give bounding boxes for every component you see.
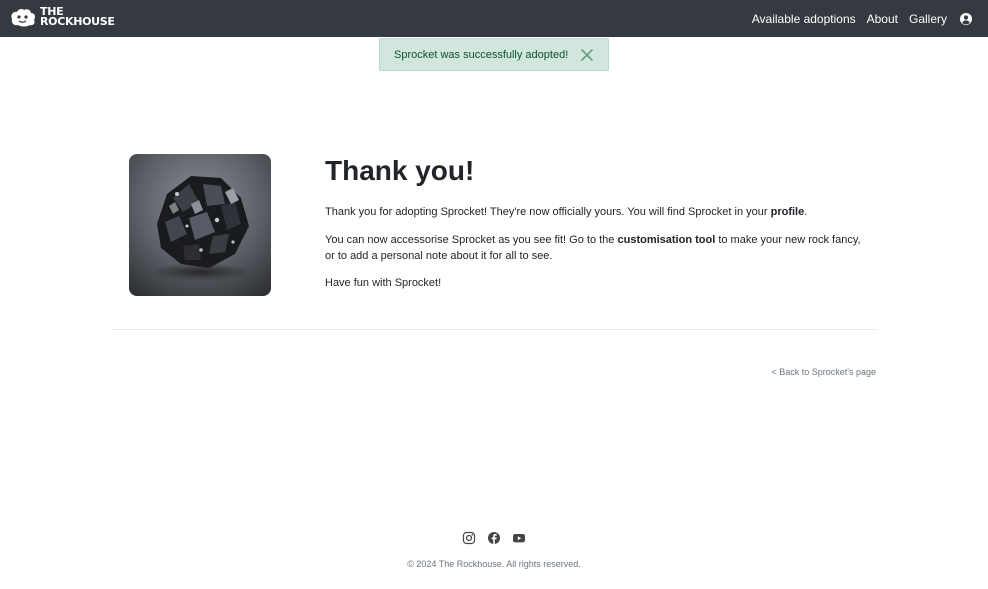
brand-logo-link[interactable]: THE ROCKHOUSE [9, 6, 115, 28]
thank-you-content: Thank you! Thank you for adopting Sprock… [325, 154, 865, 289]
nav-gallery[interactable]: Gallery [909, 12, 947, 26]
page-title: Thank you! [325, 155, 475, 186]
navbar: THE ROCKHOUSE Available adoptions About … [0, 0, 988, 37]
back-to-rock-page-link[interactable]: < Back to Sprocket's page [771, 367, 876, 377]
nav-about[interactable]: About [867, 12, 898, 26]
copyright-text: © 2024 The Rockhouse. All rights reserve… [407, 559, 581, 569]
p1-text-after: . [804, 206, 808, 218]
brand-line-2: ROCKHOUSE [40, 15, 115, 28]
divider [112, 329, 876, 330]
rock-logo-icon [11, 8, 36, 27]
social-links [462, 531, 526, 545]
user-circle-icon[interactable] [960, 12, 972, 25]
brand-name: THE ROCKHOUSE [40, 6, 115, 28]
customisation-tool-link[interactable]: customisation tool [617, 234, 715, 246]
alert-message: Sprocket was successfully adopted! [394, 48, 569, 61]
success-alert: Sprocket was successfully adopted! [379, 38, 609, 71]
facebook-icon[interactable] [487, 531, 501, 545]
profile-link[interactable]: profile [771, 206, 805, 218]
customisation-message: You can now accessorise Sprocket as you … [325, 232, 865, 264]
nav-links: Available adoptions About Gallery [741, 0, 972, 37]
p1-text-before: Thank you for adopting Sprocket! They're… [325, 206, 771, 218]
p2-text-before: You can now accessorise Sprocket as you … [325, 234, 618, 246]
rock-photo [129, 154, 271, 296]
adoption-message: Thank you for adopting Sprocket! They're… [325, 204, 807, 220]
instagram-icon[interactable] [462, 531, 476, 545]
nav-available-adoptions[interactable]: Available adoptions [752, 12, 856, 26]
have-fun-message: Have fun with Sprocket! [325, 277, 442, 289]
youtube-icon[interactable] [512, 531, 526, 545]
close-icon[interactable] [580, 48, 594, 62]
